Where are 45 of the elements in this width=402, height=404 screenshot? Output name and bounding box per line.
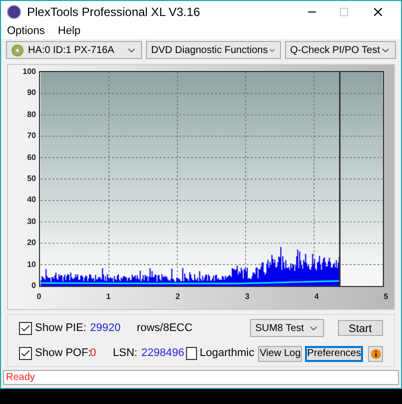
app-logo-icon	[7, 5, 21, 19]
checkbox[interactable]	[186, 347, 197, 360]
y-tick-label: 0	[32, 282, 36, 290]
preferences-button[interactable]: Preferences	[305, 346, 364, 362]
checkbox-label: Show POF:	[35, 346, 92, 362]
y-tick-label: 70	[27, 132, 36, 140]
view-log-button[interactable]: View Log	[258, 346, 302, 362]
x-tick-label: 0	[36, 291, 42, 303]
pie-count: 29920	[90, 320, 122, 336]
info-button[interactable]	[368, 346, 383, 362]
x-tick-label: 2	[174, 291, 181, 303]
x-tick-label: 1	[105, 291, 112, 303]
x-tick-label: 4	[313, 291, 320, 303]
menu-item[interactable]: Options	[5, 22, 47, 40]
y-tick-label: 80	[27, 110, 36, 119]
x-tick-label: 5	[382, 291, 390, 303]
lsn-value: 2298496	[141, 346, 184, 362]
checkbox-label: Show PIE:	[35, 320, 86, 336]
checkbox[interactable]	[19, 347, 32, 360]
y-tick-label: 50	[27, 174, 36, 183]
y-tick-label: 100	[22, 68, 36, 76]
y-tick-label: 60	[27, 154, 36, 162]
y-tick-label: 10	[27, 260, 36, 269]
function-select[interactable]: DVD Diagnostic Functions	[146, 41, 282, 59]
y-tick-label: 20	[27, 239, 36, 248]
drive-select[interactable]: HA:0 ID:1 PX-716A	[6, 41, 142, 59]
checkbox[interactable]	[19, 322, 32, 335]
sum-test-select[interactable]: SUM8 Test	[250, 319, 324, 338]
checkbox-label: Logarthmic	[200, 346, 254, 362]
test-select[interactable]: Q-Check PI/PO Test	[285, 41, 396, 59]
y-tick-label: 40	[27, 196, 36, 204]
y-tick-label: 90	[27, 89, 36, 98]
maximize-icon	[339, 7, 349, 17]
status-text: Ready	[6, 371, 35, 385]
x-tick-label: 3	[244, 291, 250, 303]
window-title: PlexTools Professional XL V3.16	[27, 4, 201, 21]
disc-icon	[11, 44, 24, 56]
unit-label: rows/8ECC	[136, 320, 194, 336]
pof-count: 0	[90, 346, 98, 362]
close-icon	[371, 5, 385, 19]
info-icon	[370, 348, 381, 359]
lsn-label: LSN:	[112, 346, 138, 362]
y-tick-label: 30	[27, 218, 36, 226]
start-button[interactable]: Start	[338, 320, 383, 336]
menu-item[interactable]: Help	[56, 22, 83, 40]
